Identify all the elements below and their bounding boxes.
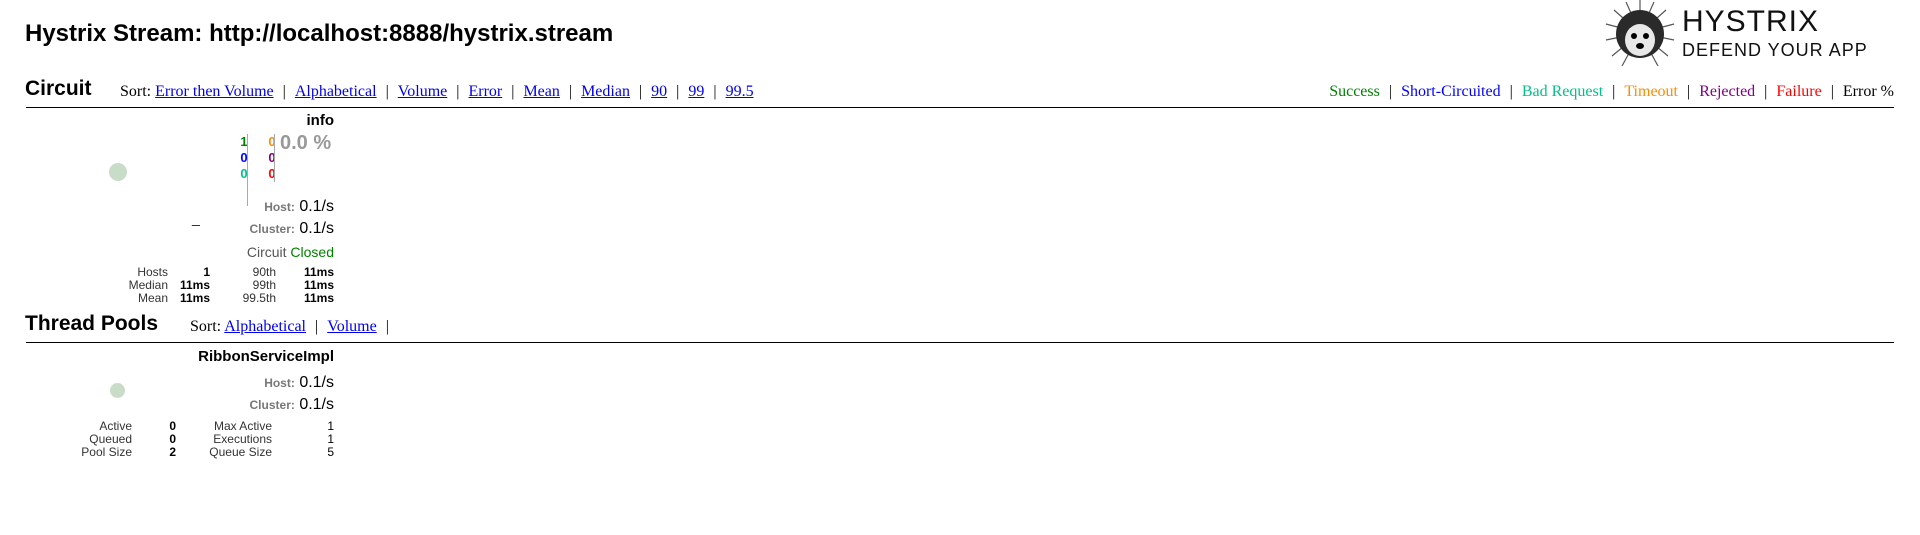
pool-health-indicator (110, 383, 125, 398)
host-label: Host: (264, 200, 295, 214)
legend-bad-request: Bad Request (1521, 83, 1604, 100)
host-rate-row: Host: 0.1/s (134, 198, 334, 216)
health-indicator (109, 163, 127, 181)
error-percentage: 0.0 % (280, 132, 332, 154)
thread-pools-sort-label: Sort: (190, 318, 222, 335)
hystrix-logo: HYSTRIX DEFEND YOUR APP (1602, 0, 1902, 70)
stat-label: 99.5th (242, 291, 276, 305)
stat-value: 11ms (303, 291, 334, 305)
circuit-status-row: Circuit Closed (134, 244, 334, 260)
circuit-status-label: Circuit (246, 244, 287, 260)
stats-row: Pool Size 2 Queue Size 5 (26, 446, 334, 459)
thread-pool-name: RibbonServiceImpl (198, 348, 334, 365)
status-legend: Success | Short-Circuited | Bad Request | Time… (1329, 83, 1894, 100)
cluster-rate: 0.1/s (299, 220, 334, 237)
pool-cluster-rate: 0.1/s (299, 396, 334, 413)
sort-volume-link[interactable]: Volume (398, 83, 447, 100)
pool-cluster-rate-row: Cluster: 0.1/s (134, 396, 334, 414)
pool-sort-alphabetical-link[interactable]: Alphabetical (224, 318, 306, 335)
circuit-status: Closed (290, 244, 334, 260)
logo-tagline: DEFEND YOUR APP (1682, 40, 1868, 60)
sort-90-link[interactable]: 90 (651, 83, 667, 100)
stat-value: 11ms (179, 291, 210, 305)
thread-pool-card[interactable]: RibbonServiceImpl Host: 0.1/s Cluster: 0… (26, 346, 334, 466)
thread-pools-section-title: Thread Pools (25, 312, 159, 335)
sort-99-link[interactable]: 99 (688, 83, 704, 100)
circuit-section-title: Circuit (25, 77, 92, 100)
counts-divider-2 (274, 134, 275, 182)
success-count: 1 (240, 134, 248, 149)
stats-row: Active 0 Max Active 1 (26, 420, 334, 433)
circuit-divider (26, 107, 1894, 108)
trailing-separator: | (385, 318, 389, 335)
failure-count: 0 (268, 166, 276, 181)
stat-label: Queue Size (209, 445, 272, 459)
legend-rejected: Rejected (1699, 83, 1756, 100)
pool-host-rate: 0.1/s (299, 374, 334, 391)
stat-label: Pool Size (81, 445, 132, 459)
stats-row: Mean 11ms 99.5th 11ms (26, 292, 334, 305)
latency-stats: Hosts 1 90th 11ms Median 11ms 99th 11ms … (26, 266, 334, 305)
host-rate: 0.1/s (299, 198, 334, 215)
legend-failure: Failure (1776, 83, 1822, 100)
circuit-sort-label: Sort: (120, 83, 152, 100)
pool-host-label: Host: (264, 376, 295, 390)
legend-short-circuited: Short-Circuited (1401, 83, 1501, 100)
stat-value: 5 (327, 445, 334, 459)
bad-request-count: 0 (240, 166, 248, 181)
cluster-rate-row: Cluster: 0.1/s (134, 220, 334, 238)
sort-error-then-volume-link[interactable]: Error then Volume (155, 83, 274, 100)
sort-median-link[interactable]: Median (581, 83, 630, 100)
legend-error-pct: Error % (1842, 83, 1894, 100)
stats-row: Queued 0 Executions 1 (26, 433, 334, 446)
sort-mean-link[interactable]: Mean (523, 83, 559, 100)
pool-sort-volume-link[interactable]: Volume (327, 318, 376, 335)
logo-name: HYSTRIX (1682, 5, 1820, 38)
pool-host-rate-row: Host: 0.1/s (134, 374, 334, 392)
stat-value: 2 (169, 445, 176, 459)
porcupine-icon (1605, 0, 1675, 67)
pool-cluster-label: Cluster: (249, 398, 295, 412)
thread-pools-divider (26, 342, 1894, 343)
legend-success: Success (1329, 83, 1380, 100)
legend-timeout: Timeout (1624, 83, 1678, 100)
sort-99-5-link[interactable]: 99.5 (726, 83, 754, 100)
counts-divider-1 (247, 134, 248, 206)
thread-pools-sort-bar: Sort: Alphabetical | Volume | (190, 318, 398, 336)
circuit-name: info (306, 112, 335, 129)
sort-alphabetical-link[interactable]: Alphabetical (295, 83, 377, 100)
cluster-label: Cluster: (249, 222, 295, 236)
circuit-sort-bar: Sort: Error then Volume | Alphabetical | Vol… (120, 83, 754, 100)
sort-error-link[interactable]: Error (468, 83, 502, 100)
pool-stats: Active 0 Max Active 1 Queued 0 Execution… (26, 420, 334, 459)
stat-label: Mean (137, 291, 168, 305)
circuit-card[interactable]: info 1 0 0 0 0 0 0.0 % _ Host: 0.1/s Clu… (26, 110, 334, 306)
page-title: Hystrix Stream: http://localhost:8888/hy… (25, 20, 614, 47)
short-circuited-count: 0 (240, 150, 248, 165)
